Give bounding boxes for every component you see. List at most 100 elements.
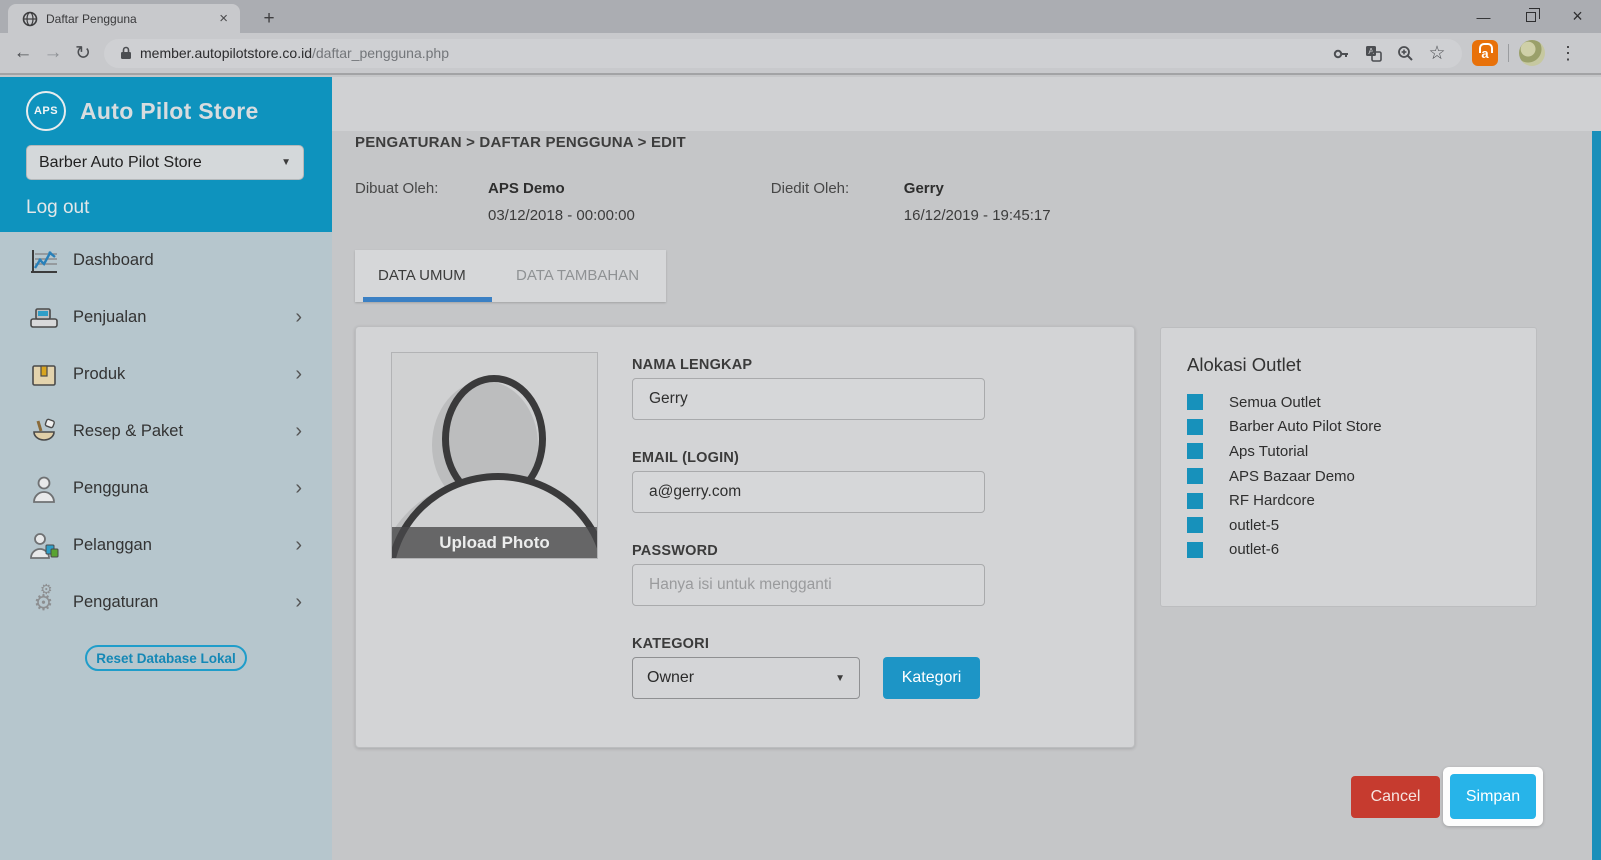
checkbox-checked-icon[interactable]	[1187, 443, 1203, 459]
breadcrumb: PENGATURAN > DAFTAR PENGGUNA > EDIT	[355, 134, 686, 151]
shopping-bag-extension-icon[interactable]	[1472, 40, 1498, 66]
package-icon	[27, 360, 60, 390]
kategori-select[interactable]: Owner ▼	[632, 657, 860, 699]
outlet-row-outlet-5[interactable]: outlet-5	[1187, 513, 1382, 538]
photo-upload-box[interactable]: Upload Photo	[391, 352, 598, 559]
toolbar-separator	[1508, 44, 1509, 62]
checkbox-checked-icon[interactable]	[1187, 419, 1203, 435]
outlet-label: Semua Outlet	[1229, 394, 1321, 411]
browser-titlebar: Daftar Pengguna × + — ×	[0, 0, 1601, 33]
user-form-card: Upload Photo NAMA LENGKAP EMAIL (LOGIN) …	[355, 326, 1135, 748]
outlet-label: Aps Tutorial	[1229, 443, 1308, 460]
url-text: member.autopilotstore.co.id/daftar_pengg…	[140, 45, 449, 61]
kategori-label: KATEGORI	[632, 636, 709, 652]
sidebar-header: APS Auto Pilot Store Barber Auto Pilot S…	[0, 77, 332, 232]
sidebar-item-label: Dashboard	[73, 251, 154, 270]
reset-database-button[interactable]: Reset Database Lokal	[85, 645, 247, 671]
outlet-label: APS Bazaar Demo	[1229, 468, 1355, 485]
customer-icon	[27, 531, 60, 561]
content-top-band	[332, 77, 1601, 131]
sidebar-item-pengguna[interactable]: Pengguna ›	[0, 460, 332, 517]
chevron-right-icon: ›	[295, 477, 302, 500]
profile-avatar[interactable]	[1519, 40, 1545, 66]
zoom-icon[interactable]	[1396, 44, 1414, 62]
outlet-selector-dropdown[interactable]: Barber Auto Pilot Store ▼	[26, 145, 304, 180]
created-by-label: Dibuat Oleh:	[355, 180, 488, 224]
sidebar-item-pelanggan[interactable]: Pelanggan ›	[0, 517, 332, 574]
chevron-down-icon: ▼	[281, 157, 291, 168]
sidebar-item-resep-paket[interactable]: Resep & Paket ›	[0, 403, 332, 460]
form-tabs: DATA UMUM DATA TAMBAHAN	[355, 250, 666, 302]
save-button-focus-ring: Simpan	[1443, 767, 1543, 826]
chevron-right-icon: ›	[295, 306, 302, 329]
tab-data-umum[interactable]: DATA UMUM	[378, 267, 466, 284]
lock-icon	[120, 46, 132, 60]
cancel-button[interactable]: Cancel	[1351, 776, 1440, 818]
browser-menu-icon[interactable]: ⋮	[1555, 43, 1591, 64]
sidebar-item-penjualan[interactable]: Penjualan ›	[0, 289, 332, 346]
outlet-list: Semua Outlet Barber Auto Pilot Store Aps…	[1187, 390, 1382, 562]
outlet-row-aps-bazaar[interactable]: APS Bazaar Demo	[1187, 464, 1382, 489]
edited-by-name: Gerry	[904, 180, 1051, 197]
active-tab-underline	[363, 297, 492, 302]
outlet-row-outlet-6[interactable]: outlet-6	[1187, 538, 1382, 563]
upload-photo-button[interactable]: Upload Photo	[392, 527, 597, 558]
chevron-right-icon: ›	[295, 591, 302, 614]
person-icon	[27, 474, 60, 504]
main-content: PENGATURAN > DAFTAR PENGGUNA > EDIT Dibu…	[332, 77, 1601, 860]
restore-icon	[1526, 12, 1536, 22]
outlet-row-semua[interactable]: Semua Outlet	[1187, 390, 1382, 415]
browser-tab[interactable]: Daftar Pengguna ×	[8, 4, 240, 33]
edited-by-block: Gerry 16/12/2019 - 19:45:17	[904, 180, 1051, 224]
checkbox-checked-icon[interactable]	[1187, 517, 1203, 533]
outlet-row-aps-tutorial[interactable]: Aps Tutorial	[1187, 439, 1382, 464]
sidebar-item-label: Pengaturan	[73, 593, 158, 612]
tab-data-tambahan[interactable]: DATA TAMBAHAN	[516, 267, 639, 284]
outlet-label: outlet-5	[1229, 517, 1279, 534]
outlet-panel-title: Alokasi Outlet	[1187, 354, 1301, 376]
reload-icon[interactable]: ↻	[68, 42, 98, 65]
new-tab-button[interactable]: +	[256, 6, 282, 32]
outlet-row-barber[interactable]: Barber Auto Pilot Store	[1187, 415, 1382, 440]
email-field[interactable]	[632, 471, 985, 513]
sidebar-item-pengaturan[interactable]: ⚙⚙ Pengaturan ›	[0, 574, 332, 631]
save-button[interactable]: Simpan	[1450, 774, 1536, 819]
window-controls: — ×	[1460, 0, 1601, 33]
gears-icon: ⚙⚙	[27, 588, 60, 618]
password-field[interactable]	[632, 564, 985, 606]
translate-icon[interactable]: A	[1364, 44, 1382, 62]
restore-button[interactable]	[1507, 0, 1554, 33]
minimize-button[interactable]: —	[1460, 0, 1507, 33]
chart-icon	[27, 246, 60, 276]
chevron-right-icon: ›	[295, 363, 302, 386]
browser-toolbar: ← → ↻ member.autopilotstore.co.id/daftar…	[0, 33, 1601, 75]
outlet-row-rf-hardcore[interactable]: RF Hardcore	[1187, 488, 1382, 513]
checkbox-checked-icon[interactable]	[1187, 394, 1203, 410]
close-button[interactable]: ×	[1554, 0, 1601, 33]
tab-close-icon[interactable]: ×	[215, 10, 232, 27]
checkbox-checked-icon[interactable]	[1187, 468, 1203, 484]
email-label: EMAIL (LOGIN)	[632, 450, 739, 466]
nama-lengkap-field[interactable]	[632, 378, 985, 420]
record-meta: Dibuat Oleh: APS Demo 03/12/2018 - 00:00…	[355, 180, 1051, 224]
bookmark-star-icon[interactable]: ☆	[1428, 44, 1446, 62]
checkbox-checked-icon[interactable]	[1187, 542, 1203, 558]
vertical-scrollbar[interactable]	[1592, 131, 1601, 860]
key-icon[interactable]	[1332, 44, 1350, 62]
upload-photo-label: Upload Photo	[439, 533, 549, 553]
sidebar-item-produk[interactable]: Produk ›	[0, 346, 332, 403]
logout-link[interactable]: Log out	[26, 197, 89, 219]
back-icon[interactable]: ←	[8, 42, 38, 64]
aps-logo-icon: APS	[26, 91, 66, 131]
page-body: APS Auto Pilot Store Barber Auto Pilot S…	[0, 77, 1601, 860]
forward-icon[interactable]: →	[38, 42, 68, 64]
kategori-button[interactable]: Kategori	[883, 657, 980, 699]
sidebar-item-dashboard[interactable]: Dashboard	[0, 232, 332, 289]
sidebar-menu: Dashboard Penjualan › Produk ›	[0, 232, 332, 671]
url-bar[interactable]: member.autopilotstore.co.id/daftar_pengg…	[104, 39, 1462, 68]
chevron-right-icon: ›	[295, 534, 302, 557]
created-by-datetime: 03/12/2018 - 00:00:00	[488, 207, 635, 224]
checkbox-checked-icon[interactable]	[1187, 493, 1203, 509]
mortar-icon	[27, 417, 60, 447]
chevron-right-icon: ›	[295, 420, 302, 443]
